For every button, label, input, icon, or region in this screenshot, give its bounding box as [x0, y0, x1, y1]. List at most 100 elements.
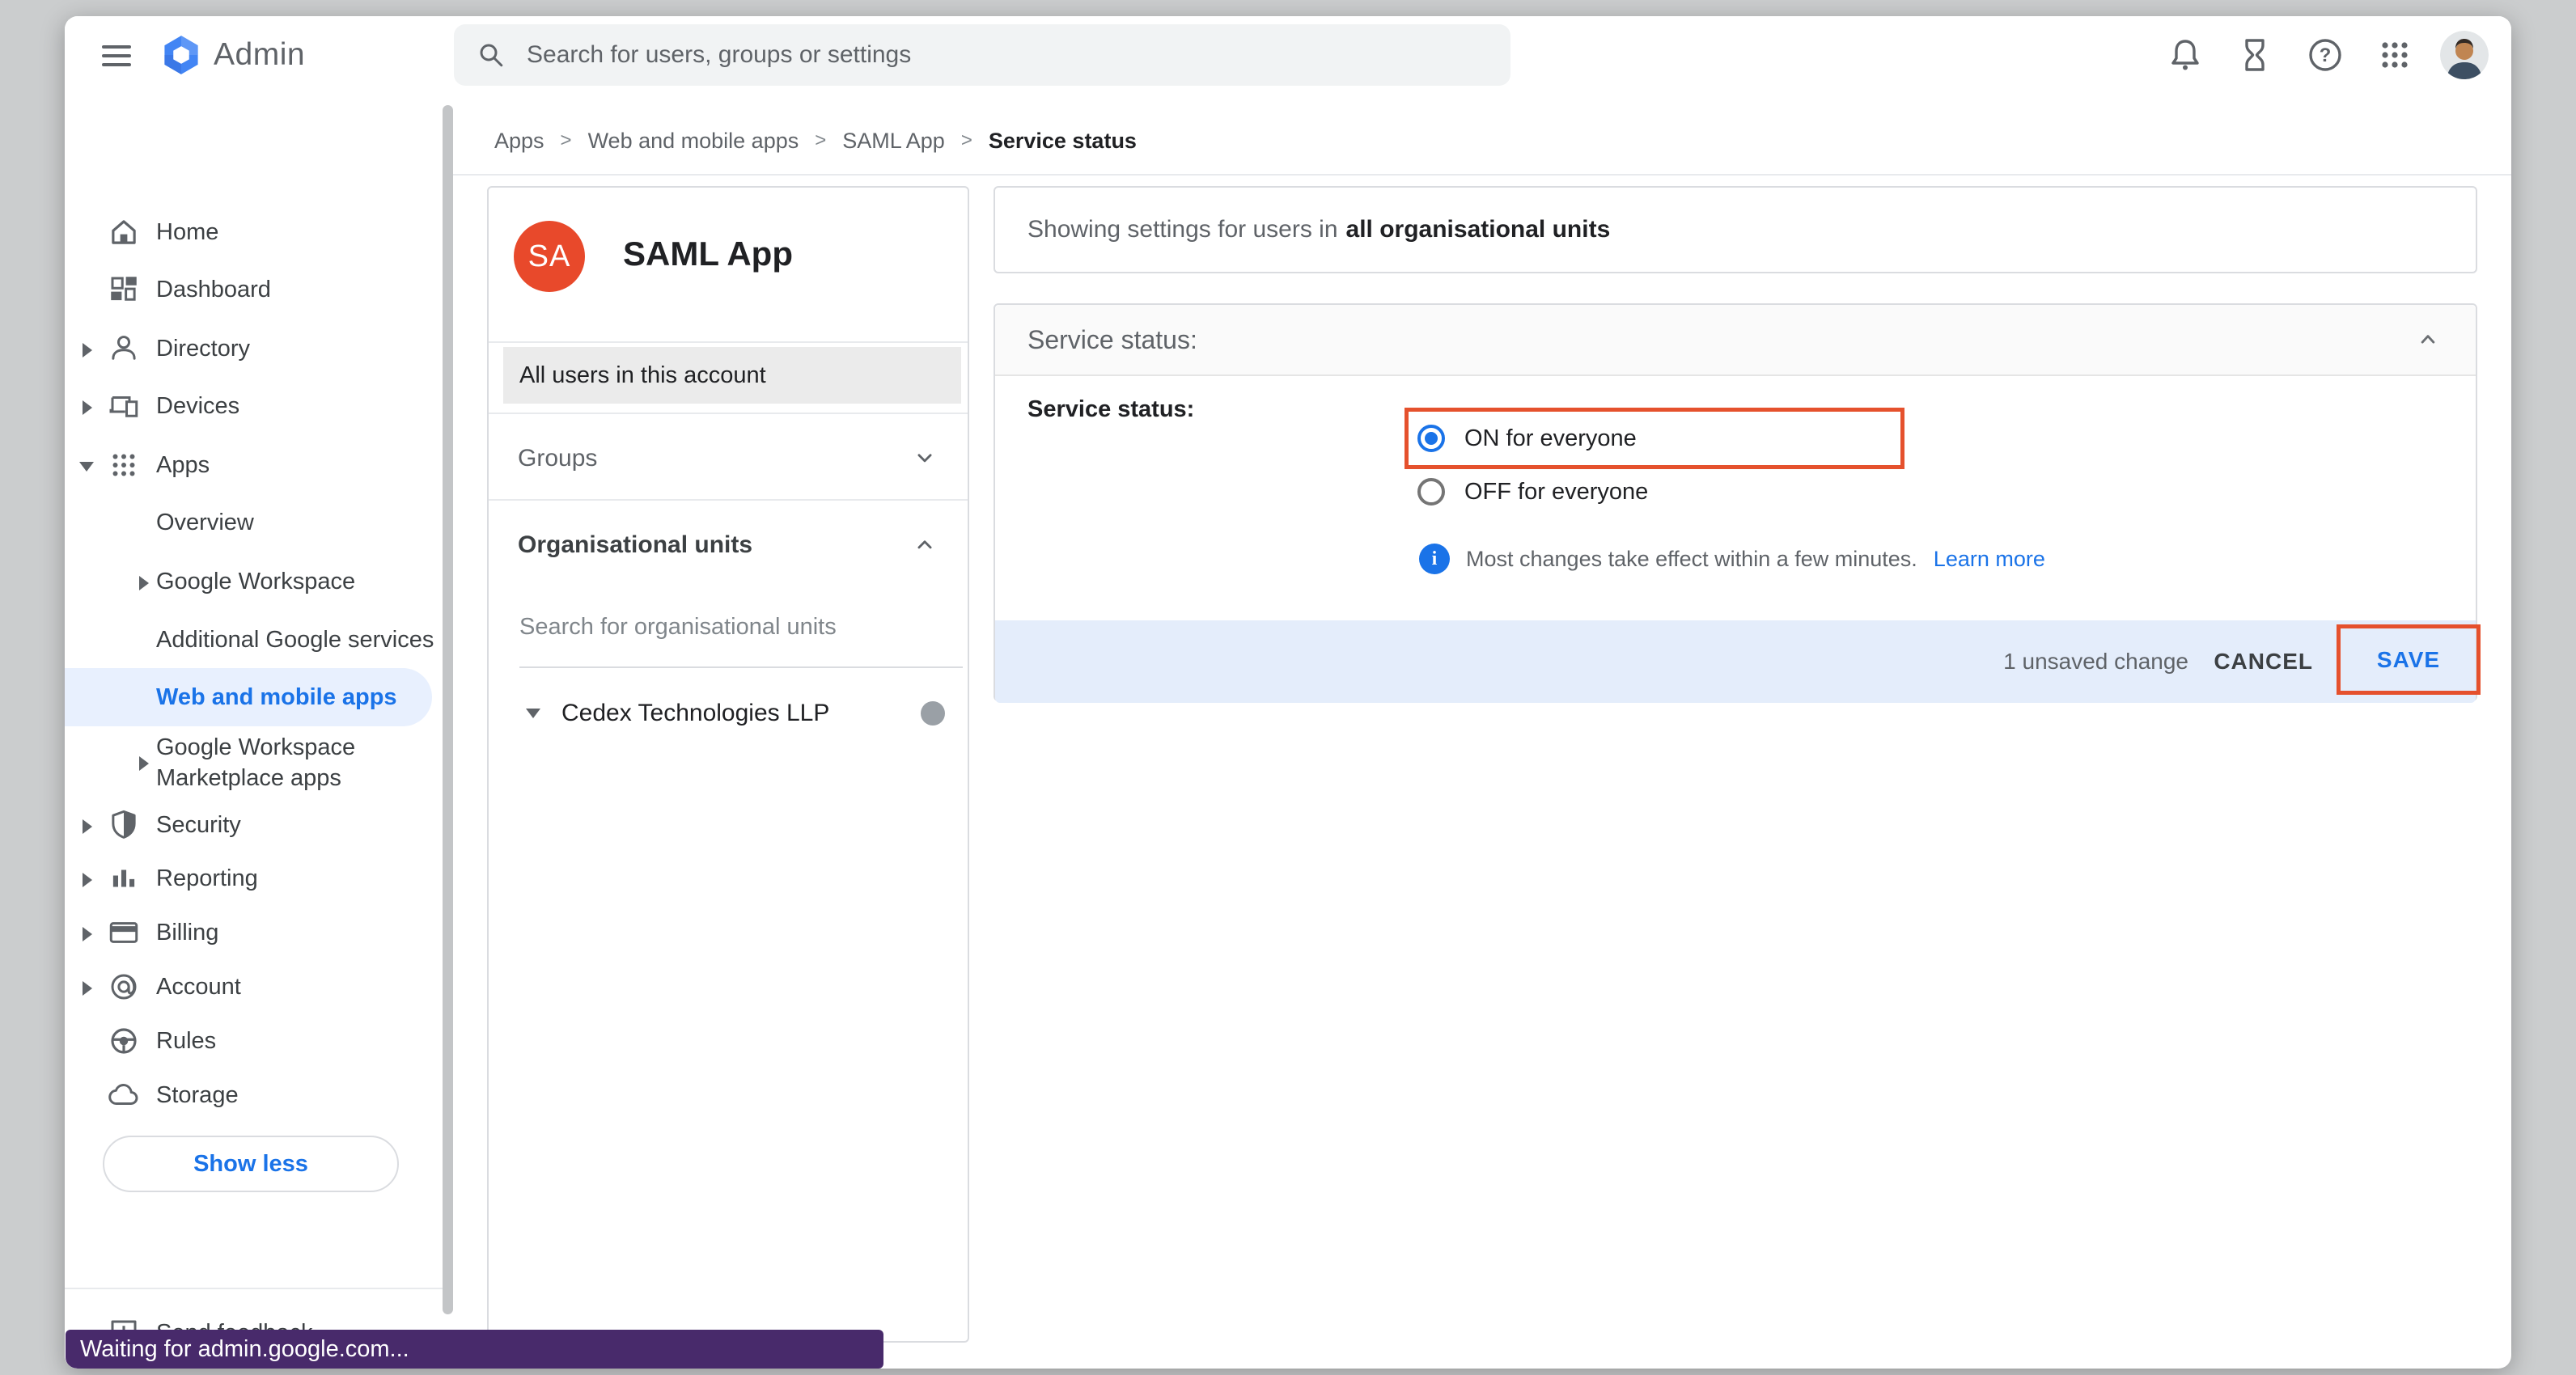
- org-units-section-toggle[interactable]: Organisational units: [489, 519, 968, 571]
- expand-right-icon[interactable]: [139, 756, 149, 771]
- divider: [489, 341, 968, 343]
- divider: [489, 499, 968, 501]
- scope-banner-card: Showing settings for users in all organi…: [994, 186, 2477, 273]
- sidebar-scrollbar[interactable]: [443, 105, 453, 1314]
- sidebar-nav: Home Dashboard Directory: [65, 94, 453, 1369]
- sidebar-item-security[interactable]: Security: [65, 799, 439, 851]
- breadcrumb-divider: [453, 174, 2511, 176]
- sidebar-item-home[interactable]: Home: [65, 206, 439, 258]
- sidebar-item-web-and-mobile-apps[interactable]: Web and mobile apps: [65, 668, 432, 726]
- radio-option-on[interactable]: ON for everyone: [1417, 422, 1637, 455]
- breadcrumb-separator: >: [961, 129, 972, 152]
- breadcrumb-web-and-mobile-apps[interactable]: Web and mobile apps: [588, 129, 799, 154]
- app-title: SAML App: [623, 235, 793, 273]
- product-name: Admin: [214, 37, 305, 73]
- org-unit-search-underline: [519, 666, 963, 668]
- app-avatar-initials: SA: [528, 239, 571, 274]
- chevron-down-icon[interactable]: [911, 445, 938, 472]
- breadcrumb-saml-app[interactable]: SAML App: [842, 129, 945, 154]
- radio-inner-dot: [1425, 432, 1438, 445]
- expand-right-icon[interactable]: [139, 576, 149, 590]
- show-less-button[interactable]: Show less: [103, 1136, 399, 1192]
- sidebar-item-rules[interactable]: Rules: [65, 1015, 439, 1067]
- service-status-header[interactable]: Service status:: [995, 305, 2476, 376]
- dashboard-icon: [107, 273, 141, 307]
- storage-cloud-icon: [107, 1078, 141, 1112]
- app-panel: SA SAML App All users in this account Gr…: [487, 186, 969, 1343]
- sidebar-item-google-workspace[interactable]: Google Workspace: [65, 556, 439, 607]
- sidebar-item-reporting[interactable]: Reporting: [65, 852, 439, 904]
- sidebar-item-directory[interactable]: Directory: [65, 323, 439, 374]
- scope-banner-prefix: Showing settings for users in: [1027, 216, 1338, 243]
- directory-person-icon: [107, 332, 141, 366]
- breadcrumb-separator: >: [815, 129, 826, 152]
- help-icon[interactable]: ?: [2306, 36, 2345, 74]
- google-admin-logo-icon: [160, 34, 202, 76]
- sidebar-item-apps-overview[interactable]: Overview: [65, 497, 439, 548]
- service-status-field-label: Service status:: [1027, 396, 1194, 423]
- all-users-scope-item[interactable]: All users in this account: [503, 347, 961, 404]
- expand-right-icon[interactable]: [83, 873, 92, 887]
- service-status-title: Service status:: [1027, 325, 1197, 355]
- user-avatar[interactable]: [2440, 31, 2489, 79]
- save-button[interactable]: SAVE: [2377, 647, 2440, 673]
- sidebar-item-devices[interactable]: Devices: [65, 380, 439, 432]
- sidebar-item-storage[interactable]: Storage: [65, 1069, 439, 1121]
- groups-section-toggle[interactable]: Groups: [489, 433, 968, 484]
- breadcrumb: Apps > Web and mobile apps > SAML App > …: [494, 125, 1137, 157]
- collapse-chevron-up-icon[interactable]: [2416, 328, 2440, 352]
- info-note: i Most changes take effect within a few …: [1419, 544, 2045, 574]
- service-status-card: Service status: Service status: ON for e…: [994, 303, 2477, 701]
- scope-banner-strong: all organisational units: [1346, 216, 1611, 243]
- hamburger-menu-icon[interactable]: [102, 40, 131, 70]
- radio-option-off[interactable]: OFF for everyone: [1417, 476, 1648, 508]
- sidebar-divider: [65, 1288, 453, 1289]
- sidebar-item-account[interactable]: Account: [65, 961, 439, 1013]
- security-shield-icon: [107, 808, 141, 842]
- chevron-up-icon[interactable]: [911, 531, 938, 559]
- highlight-outline-save-button: SAVE: [2337, 624, 2481, 695]
- sidebar-item-apps[interactable]: Apps: [65, 439, 439, 491]
- expand-right-icon[interactable]: [83, 981, 92, 996]
- sidebar-item-marketplace-apps[interactable]: Google Workspace Marketplace apps: [65, 724, 439, 802]
- learn-more-link[interactable]: Learn more: [1934, 547, 2045, 572]
- divider: [489, 412, 968, 414]
- expand-right-icon[interactable]: [83, 400, 92, 415]
- tree-expand-caret-icon[interactable]: [526, 709, 540, 718]
- sidebar-item-dashboard[interactable]: Dashboard: [65, 264, 439, 315]
- svg-text:?: ?: [2320, 44, 2332, 66]
- expand-right-icon[interactable]: [83, 819, 92, 834]
- billing-card-icon: [107, 916, 141, 950]
- org-unit-root-item[interactable]: Cedex Technologies LLP: [489, 688, 968, 739]
- radio-unselected-icon[interactable]: [1417, 478, 1445, 506]
- collapse-down-icon[interactable]: [79, 462, 94, 472]
- apps-dots-icon: [107, 448, 141, 482]
- org-unit-status-dot: [921, 701, 945, 726]
- top-bar: Admin ?: [65, 16, 2511, 94]
- org-unit-search-input[interactable]: [519, 614, 963, 641]
- breadcrumb-separator: >: [561, 129, 572, 152]
- global-search[interactable]: [454, 24, 1510, 86]
- apps-grid-icon[interactable]: [2375, 36, 2414, 74]
- cancel-button[interactable]: CANCEL: [2214, 620, 2313, 703]
- search-icon: [477, 40, 506, 70]
- breadcrumb-apps[interactable]: Apps: [494, 129, 544, 154]
- browser-status-toast: Waiting for admin.google.com...: [66, 1330, 883, 1369]
- hourglass-icon[interactable]: [2235, 36, 2274, 74]
- notifications-bell-icon[interactable]: [2166, 36, 2205, 74]
- search-input[interactable]: [527, 41, 1488, 69]
- expand-right-icon[interactable]: [83, 343, 92, 358]
- sidebar-item-billing[interactable]: Billing: [65, 907, 439, 958]
- app-avatar: SA: [514, 221, 585, 292]
- sidebar-item-additional-google-services[interactable]: Additional Google services: [65, 614, 439, 666]
- brand[interactable]: Admin: [160, 32, 305, 78]
- reporting-chart-icon: [107, 861, 141, 895]
- unsaved-change-count: 1 unsaved change: [2003, 620, 2188, 703]
- breadcrumb-current: Service status: [989, 129, 1137, 154]
- devices-icon: [107, 389, 141, 423]
- info-icon: i: [1419, 544, 1450, 574]
- org-unit-search-field[interactable]: [519, 614, 963, 641]
- expand-right-icon[interactable]: [83, 927, 92, 941]
- status-toast-text: Waiting for admin.google.com...: [80, 1336, 409, 1363]
- radio-selected-icon[interactable]: [1417, 425, 1445, 452]
